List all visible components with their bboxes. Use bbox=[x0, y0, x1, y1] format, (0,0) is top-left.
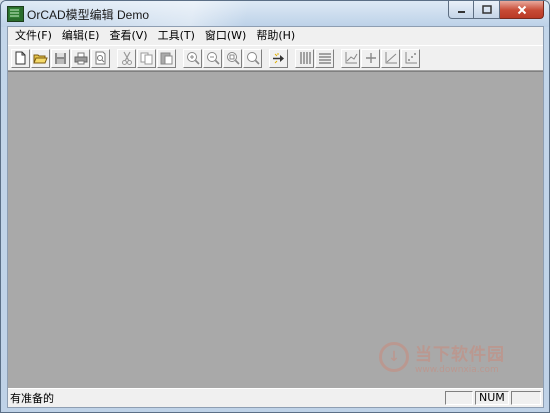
toolbar bbox=[8, 45, 543, 71]
menu-window[interactable]: 窗口(W) bbox=[200, 28, 251, 44]
paste-icon bbox=[160, 52, 172, 65]
zoom-in-button[interactable] bbox=[183, 48, 202, 68]
zoom-fit-button[interactable] bbox=[223, 48, 242, 68]
print-button[interactable] bbox=[71, 48, 90, 68]
title-bar[interactable]: OrCAD模型编辑 Demo bbox=[1, 1, 549, 27]
cut-button[interactable] bbox=[117, 48, 136, 68]
menu-bar: 文件(F) 编辑(E) 查看(V) 工具(T) 窗口(W) 帮助(H) bbox=[8, 27, 543, 45]
client-area: 文件(F) 编辑(E) 查看(V) 工具(T) 窗口(W) 帮助(H) ↓ 当下… bbox=[7, 26, 544, 408]
run-icon bbox=[272, 52, 284, 63]
new-button[interactable] bbox=[11, 48, 30, 68]
save-button[interactable] bbox=[51, 48, 70, 68]
window-title: OrCAD模型编辑 Demo bbox=[27, 8, 150, 22]
watermark: ↓ 当下软件园 www.downxia.com bbox=[379, 339, 529, 375]
print-icon bbox=[74, 52, 87, 64]
vertical-bars-button[interactable] bbox=[295, 48, 314, 68]
menu-edit[interactable]: 编辑(E) bbox=[57, 28, 105, 44]
zoom-fit-icon bbox=[226, 52, 240, 65]
maximize-icon bbox=[481, 5, 492, 14]
menu-help[interactable]: 帮助(H) bbox=[251, 28, 300, 44]
print-preview-icon bbox=[95, 51, 106, 65]
menu-tools[interactable]: 工具(T) bbox=[153, 28, 200, 44]
zoom-area-button[interactable] bbox=[243, 48, 262, 68]
open-button[interactable] bbox=[31, 48, 50, 68]
add-point-button[interactable] bbox=[361, 48, 380, 68]
status-pane-num: NUM bbox=[475, 391, 509, 405]
chart-line-icon bbox=[385, 52, 397, 64]
horizontal-bars-icon bbox=[318, 53, 331, 64]
status-text: 有准备的 bbox=[10, 392, 54, 405]
status-pane-caps bbox=[445, 391, 473, 405]
horizontal-bars-button[interactable] bbox=[315, 48, 334, 68]
save-icon bbox=[55, 52, 66, 64]
copy-icon bbox=[140, 52, 152, 64]
app-icon[interactable] bbox=[7, 6, 24, 22]
status-pane-scroll bbox=[511, 391, 541, 405]
copy-button[interactable] bbox=[137, 48, 156, 68]
minimize-icon bbox=[457, 11, 465, 13]
zoom-area-icon bbox=[246, 52, 260, 65]
chart-edit-button[interactable] bbox=[341, 48, 360, 68]
mdi-workspace[interactable]: ↓ 当下软件园 www.downxia.com bbox=[8, 71, 543, 389]
watermark-url: www.downxia.com bbox=[415, 364, 499, 375]
maximize-button[interactable] bbox=[474, 1, 500, 19]
watermark-text: 当下软件园 www.downxia.com bbox=[415, 340, 505, 375]
app-window: OrCAD模型编辑 Demo 文件(F) 编辑(E) 查看(V) 工具(T) 窗… bbox=[0, 0, 550, 413]
close-button[interactable] bbox=[500, 1, 544, 19]
cut-icon bbox=[121, 51, 132, 65]
vertical-bars-icon bbox=[299, 52, 311, 64]
chart-line-button[interactable] bbox=[381, 48, 400, 68]
status-bar: 有准备的 NUM bbox=[8, 388, 543, 407]
chart-scatter-icon bbox=[405, 52, 417, 64]
zoom-out-button[interactable] bbox=[203, 48, 222, 68]
zoom-out-icon bbox=[206, 52, 220, 65]
menu-view[interactable]: 查看(V) bbox=[104, 28, 152, 44]
minimize-button[interactable] bbox=[448, 1, 474, 19]
open-folder-icon bbox=[33, 54, 48, 63]
add-point-icon bbox=[365, 53, 376, 63]
caption-buttons bbox=[448, 1, 544, 20]
watermark-name: 当下软件园 bbox=[415, 344, 505, 365]
close-icon bbox=[517, 5, 526, 14]
chart-scatter-button[interactable] bbox=[401, 48, 420, 68]
new-document-icon bbox=[15, 51, 26, 65]
watermark-logo-icon: ↓ bbox=[379, 342, 409, 372]
chart-edit-icon bbox=[345, 52, 357, 64]
run-button[interactable] bbox=[269, 48, 288, 68]
zoom-in-icon bbox=[186, 52, 200, 65]
print-preview-button[interactable] bbox=[91, 48, 110, 68]
menu-file[interactable]: 文件(F) bbox=[10, 28, 57, 44]
paste-button[interactable] bbox=[157, 48, 176, 68]
